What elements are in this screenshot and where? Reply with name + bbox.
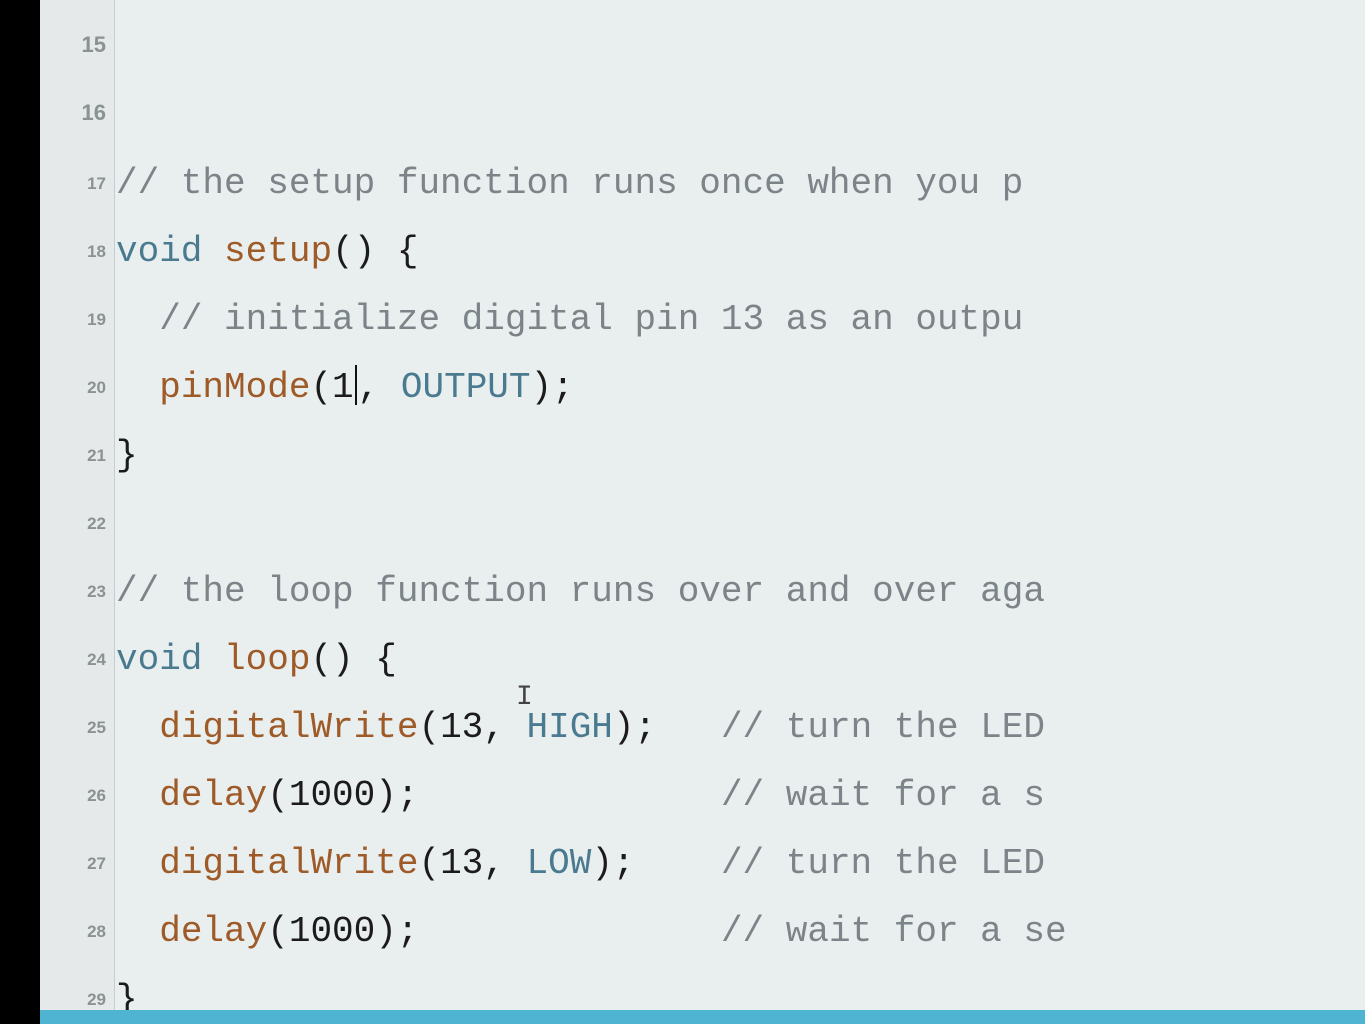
line-number: 29 xyxy=(87,990,106,1010)
status-bar xyxy=(40,1010,1365,1024)
line-number: 28 xyxy=(87,922,106,942)
line-number: 20 xyxy=(87,378,106,398)
line-number: 23 xyxy=(87,582,106,602)
line-number: 22 xyxy=(87,514,106,534)
code-line[interactable]: digitalWrite(13, LOW); // turn the LED xyxy=(116,830,1045,898)
text-cursor-ibeam: I xyxy=(516,682,533,713)
code-line[interactable]: } xyxy=(116,966,138,1010)
code-line[interactable]: } xyxy=(116,422,138,490)
line-number-gutter: 15 16 17 18 19 20 21 22 23 24 25 26 27 28 29 xyxy=(40,0,115,1024)
line-number: 18 xyxy=(87,242,106,262)
text-caret xyxy=(355,365,357,405)
code-line[interactable]: // initialize digital pin 13 as an outpu xyxy=(116,286,1023,354)
line-number: 15 xyxy=(82,32,106,58)
code-line[interactable]: // the loop function runs over and over … xyxy=(116,558,1045,626)
code-area[interactable]: // the setup function runs once when you… xyxy=(116,0,1365,1010)
code-line[interactable]: delay(1000); // wait for a s xyxy=(116,762,1045,830)
code-line[interactable]: void setup() { xyxy=(116,218,418,286)
editor-frame: 15 16 17 18 19 20 21 22 23 24 25 26 27 28 29 // the se… xyxy=(40,0,1365,1024)
line-number: 24 xyxy=(87,650,106,670)
code-line[interactable]: delay(1000); // wait for a se xyxy=(116,898,1067,966)
line-number: 16 xyxy=(82,100,106,126)
line-number: 26 xyxy=(87,786,106,806)
code-line[interactable]: // the setup function runs once when you… xyxy=(116,150,1023,218)
line-number: 19 xyxy=(87,310,106,330)
line-number: 21 xyxy=(87,446,106,466)
code-line[interactable]: pinMode(1, OUTPUT); xyxy=(116,354,574,422)
line-number: 27 xyxy=(87,854,106,874)
code-line[interactable]: void loop() { xyxy=(116,626,397,694)
line-number: 17 xyxy=(87,174,106,194)
code-line[interactable]: digitalWrite(13, HIGH); // turn the LED xyxy=(116,694,1045,762)
line-number: 25 xyxy=(87,718,106,738)
